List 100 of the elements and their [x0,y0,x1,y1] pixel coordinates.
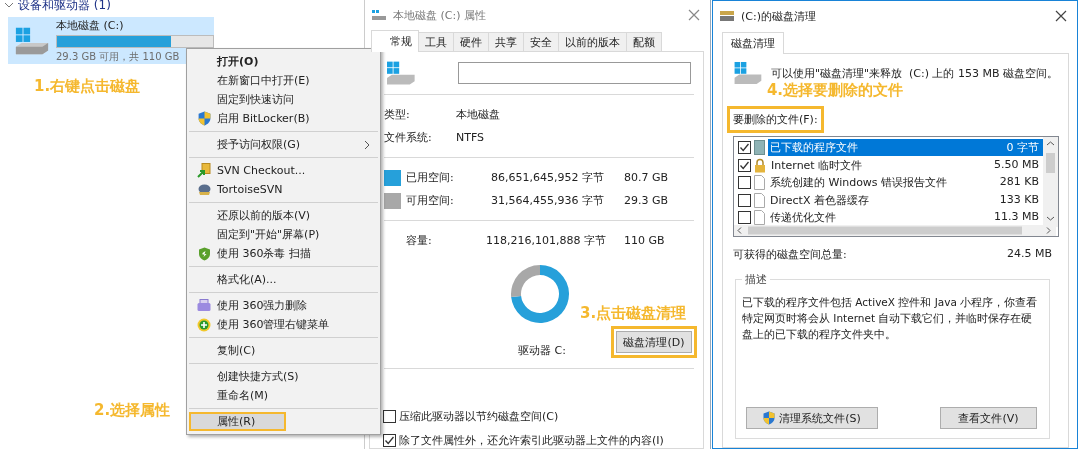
checkbox[interactable] [738,158,751,172]
size-value: 110 GB [624,234,665,247]
document-icon [754,175,765,191]
folder-arrow-icon [197,163,211,178]
group-title: 描述 [742,272,770,287]
window-title: 本地磁盘 (C:) 属性 [393,7,486,23]
tab[interactable]: 常规 [371,30,419,52]
menu-item[interactable]: 创建快捷方式(S) [189,367,378,386]
checkbox[interactable] [738,193,751,207]
tab[interactable]: 配额 [626,32,662,51]
checkbox[interactable] [383,434,396,447]
step-annotation: 2.选择属性 [94,401,171,420]
tab[interactable]: 工具 [418,32,454,51]
checkbox[interactable] [738,141,751,155]
file-row[interactable]: Internet 临时文件 5.50 MB [734,156,1043,174]
menu-item[interactable]: 启用 BitLocker(B) [189,109,378,128]
drive-icon [371,9,387,21]
drive-name: 本地磁盘 (C:) [56,17,125,33]
lock-icon [754,157,766,173]
checkbox[interactable] [383,410,396,423]
legend-swatch [384,169,401,186]
file-size: 281 KB [999,175,1039,191]
menu-item[interactable]: 还原以前的版本(V) [189,206,378,225]
menu-item[interactable]: SVN Checkout... [189,161,378,180]
drive-label: 驱动器 C: [518,343,566,358]
byte-count: 118,216,101,888 字节 [486,233,604,248]
space-label: 已用空间: [406,170,455,185]
action-button[interactable]: 清理系统文件(S) [746,407,878,429]
file-row[interactable]: 系统创建的 Windows 错误报告文件 281 KB [734,174,1043,192]
menu-item[interactable]: 授予访问权限(G) [189,135,378,154]
menu-item[interactable]: 固定到快速访问 [189,90,378,109]
size-value: 29.3 GB [624,194,669,207]
file-name: 传递优化文件 [770,210,836,226]
file-size: 133 KB [999,192,1039,208]
shield-icon [197,246,211,261]
file-name: 系统创建的 Windows 错误报告文件 [770,175,948,191]
list-label: 要删除的文件(F): [727,106,824,133]
step-annotation: 3.点击磁盘清理 [580,304,687,323]
menu-item[interactable]: 重命名(M) [189,386,378,405]
checkbox-label: 压缩此驱动器以节约磁盘空间(C) [399,409,559,424]
document-icon [754,192,765,208]
cleanup-message: 可以使用"磁盘清理"来释放 (C:) 上的 153 MB 磁盘空间。 [770,66,1058,81]
document-icon [754,210,765,226]
window-title: (C:)的磁盘清理 [741,8,816,24]
byte-count: 31,564,455,936 字节 [490,193,604,208]
shield-icon [763,411,776,425]
file-row[interactable]: DirectX 着色器缓存 133 KB [734,191,1043,209]
capacity-label: 容量: [406,233,433,248]
drive-icon [733,60,763,86]
space-label: 可用空间: [406,193,455,208]
tab[interactable]: 以前的版本 [558,32,627,51]
drive-icon [384,60,418,86]
plus-circle-icon [197,317,211,332]
field-value: NTFS [456,131,485,144]
action-button[interactable]: 查看文件(V) [940,407,1037,429]
menu-item[interactable]: 属性(R) [189,412,286,431]
drive-tile[interactable]: 本地磁盘 (C:) 29.3 GB 可用，共 110 GB [8,17,214,64]
drive-name-field[interactable] [457,62,691,84]
menu-item[interactable]: 在新窗口中打开(E) [189,71,378,90]
file-size: 5.50 MB [993,157,1039,173]
tab[interactable]: 磁盘清理 [722,32,784,54]
tab[interactable]: 共享 [488,32,524,51]
total-label: 可获得的磁盘空间总量: [733,247,847,262]
file-name: DirectX 着色器缓存 [770,192,869,208]
file-size: 0 字节 [1006,140,1039,156]
menu-item[interactable]: 复制(C) [189,341,378,360]
step-annotation: 1.右键点击磁盘 [34,77,141,96]
file-name: 已下载的程序文件 [770,140,858,156]
horizontal-scrollbar[interactable] [734,225,1056,236]
description-text: 已下载的程序文件包括 ActiveX 控件和 Java 小程序，你查看特定网页时将会从 Internet 自动下载它们，并临时保存在硬盘上的已下载的程序文件夹中。 [742,295,1039,342]
drive-icon [719,10,735,22]
chevron-icon[interactable] [4,2,14,8]
shield-icon [197,111,211,126]
file-row[interactable]: 传递优化文件 11.3 MB [734,209,1043,227]
turtle-icon [196,183,212,196]
menu-item[interactable]: 使用 360杀毒 扫描 [189,244,378,263]
checkbox[interactable] [738,176,751,190]
field-label: 文件系统: [384,130,433,145]
menu-item[interactable]: 格式化(A)... [189,270,378,289]
vertical-scrollbar[interactable] [1043,137,1058,227]
file-name: Internet 临时文件 [771,157,863,173]
menu-item[interactable]: 使用 360强力删除 [189,296,378,315]
menu-item[interactable]: 使用 360管理右键菜单 [189,315,378,334]
menu-item[interactable]: 固定到"开始"屏幕(P) [189,225,378,244]
shredder-icon [197,299,211,312]
menu-item[interactable]: TortoiseSVN [189,180,378,199]
legend-swatch [384,192,401,209]
step-annotation: 4.选择要删除的文件 [766,81,905,100]
byte-count: 86,651,645,952 字节 [490,170,604,185]
file-size: 11.3 MB [993,210,1039,226]
size-value: 80.7 GB [624,171,669,184]
field-value: 本地磁盘 [456,107,500,122]
disk-cleanup-button[interactable]: 磁盘清理(D) [616,331,692,353]
tab[interactable]: 硬件 [453,32,489,51]
checkbox-label: 除了文件属性外，还允许索引此驱动器上文件的内容(I) [399,433,664,448]
drive-space-text: 29.3 GB 可用，共 110 GB [56,49,181,64]
total-value: 24.5 MB [1006,247,1052,262]
tab[interactable]: 安全 [523,32,559,51]
close-icon[interactable] [1055,10,1067,22]
checkbox[interactable] [738,211,751,225]
